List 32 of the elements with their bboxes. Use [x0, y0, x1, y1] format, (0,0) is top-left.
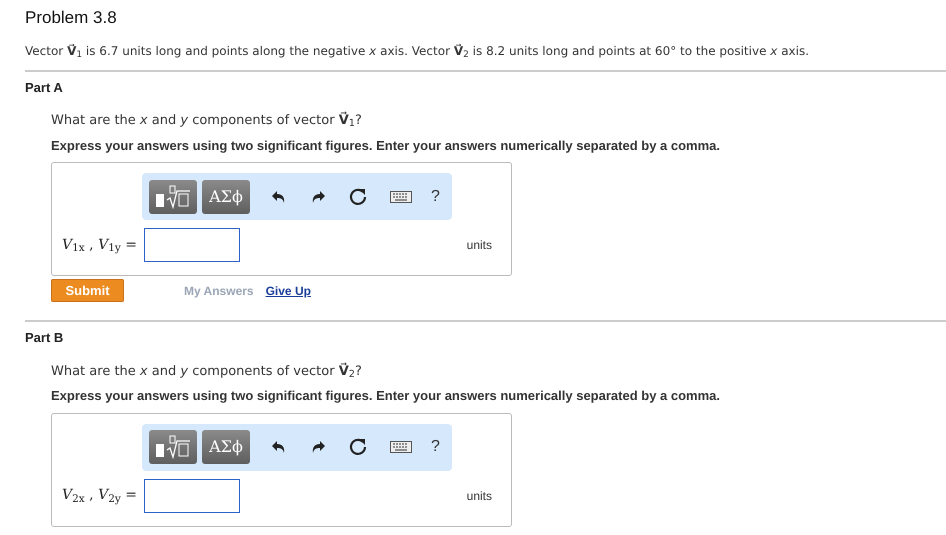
- instructions-text: Express your answers using two significant figures. Enter your answers numerically separated by a comma.: [51, 387, 720, 405]
- keyboard-icon[interactable]: [390, 190, 412, 202]
- units-label: units: [466, 237, 492, 254]
- template-button[interactable]: [149, 180, 197, 214]
- units-label: units: [466, 488, 492, 504]
- help-button[interactable]: ?: [431, 435, 440, 459]
- submit-button[interactable]: Submit: [51, 279, 124, 302]
- keyboard-icon[interactable]: [390, 441, 412, 453]
- symbols-button[interactable]: ΑΣϕ: [202, 430, 250, 464]
- radical-template-icon: [154, 435, 192, 459]
- problem-statement: Vector V⃗$_{1}$ is 6.7 units long and points along the negative x axis. Vector V⃗$_{2}$ is 8.2 units long and points at 60° to the positive x axis.: [25, 42, 810, 60]
- instructions-text: Express your answers using two significant figures. Enter your answers numerically separated by a comma.: [51, 136, 720, 155]
- redo-icon[interactable]: [310, 190, 326, 204]
- redo-icon[interactable]: [310, 440, 326, 454]
- reset-icon[interactable]: [349, 188, 367, 206]
- undo-icon[interactable]: [271, 440, 287, 454]
- symbols-button[interactable]: ΑΣϕ: [202, 180, 250, 214]
- answer-label: V$_{2x}$ , V$_{2y}$ =: [62, 486, 138, 506]
- radical-template-icon: [154, 184, 192, 208]
- undo-icon[interactable]: [271, 190, 287, 204]
- answer-field[interactable]: [144, 478, 240, 512]
- template-button[interactable]: [149, 430, 197, 464]
- answer-label: V$_{1x}$ , V$_{1y}$ =: [62, 236, 138, 256]
- problem-title: Problem 3.8: [25, 7, 117, 29]
- question-text: What are the x and y components of vector V⃗$_{2}$?: [51, 362, 362, 381]
- help-button[interactable]: ?: [431, 184, 440, 208]
- reset-icon[interactable]: [349, 438, 367, 456]
- part-heading: Part A: [25, 78, 63, 96]
- part-heading: Part B: [25, 329, 64, 347]
- answer-field[interactable]: [144, 228, 240, 262]
- question-text: What are the x and y components of vector V⃗$_{1}$?: [51, 111, 362, 130]
- link[interactable]: Give Up: [266, 282, 311, 300]
